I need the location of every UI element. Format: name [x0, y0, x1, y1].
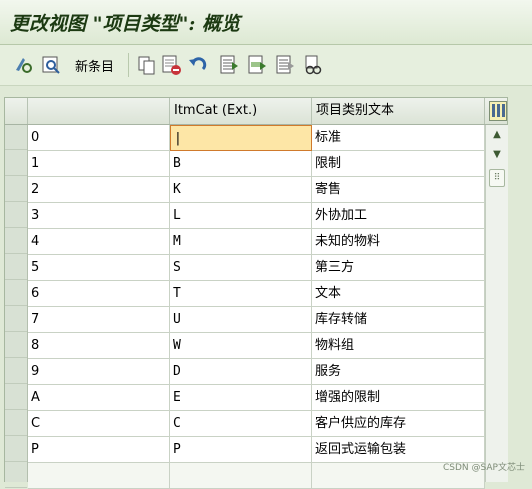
- itmcat-ext-input[interactable]: E: [170, 385, 312, 411]
- table-row: P P 返回式运输包装: [28, 437, 485, 463]
- row-selector[interactable]: [5, 463, 27, 488]
- table-row: 9 D 服务: [28, 359, 485, 385]
- deselect-all-icon[interactable]: [274, 54, 296, 76]
- itmcat-ext-input-focused[interactable]: |: [170, 125, 312, 151]
- row-selector[interactable]: [5, 437, 27, 462]
- item-category-key-cell: C: [28, 411, 170, 437]
- row-selector[interactable]: [5, 411, 27, 436]
- item-category-text-cell: 限制: [312, 151, 485, 177]
- item-category-text-cell: 库存转储: [312, 307, 485, 333]
- table-row: [28, 463, 485, 489]
- table-row: 1 B 限制: [28, 151, 485, 177]
- itmcat-ext-input[interactable]: [170, 463, 312, 489]
- itmcat-ext-input[interactable]: D: [170, 359, 312, 385]
- row-selector[interactable]: [5, 385, 27, 410]
- item-category-key-cell: 6: [28, 281, 170, 307]
- item-category-key-cell: 5: [28, 255, 170, 281]
- undo-icon[interactable]: [186, 54, 208, 76]
- title-bar: 更改视图 "项目类型": 概览: [0, 0, 532, 45]
- itmcat-ext-input[interactable]: T: [170, 281, 312, 307]
- itmcat-ext-input[interactable]: C: [170, 411, 312, 437]
- item-category-text-cell: 增强的限制: [312, 385, 485, 411]
- row-selector[interactable]: [5, 203, 27, 228]
- row-selector[interactable]: [5, 151, 27, 176]
- table-row: 6 T 文本: [28, 281, 485, 307]
- scroll-up-icon[interactable]: ▲: [489, 127, 505, 143]
- item-category-key-cell: 7: [28, 307, 170, 333]
- table-header: ItmCat (Ext.) 项目类别文本: [5, 98, 507, 125]
- row-selector[interactable]: [5, 255, 27, 280]
- table-row: 3 L 外协加工: [28, 203, 485, 229]
- row-selector[interactable]: [5, 333, 27, 358]
- select-block-icon[interactable]: [246, 54, 268, 76]
- table-row: 0 | 标准: [28, 125, 485, 151]
- item-category-key-cell: 1: [28, 151, 170, 177]
- row-selector[interactable]: [5, 125, 27, 150]
- table-row: 5 S 第三方: [28, 255, 485, 281]
- table-row: 8 W 物料组: [28, 333, 485, 359]
- itmcat-ext-input[interactable]: L: [170, 203, 312, 229]
- select-all-header[interactable]: [5, 98, 28, 124]
- details-icon[interactable]: [40, 54, 62, 76]
- print-icon[interactable]: [302, 54, 324, 76]
- itmcat-ext-input[interactable]: P: [170, 437, 312, 463]
- item-category-text-cell: 服务: [312, 359, 485, 385]
- item-category-text-cell: 未知的物料: [312, 229, 485, 255]
- itmcat-ext-input[interactable]: U: [170, 307, 312, 333]
- row-selector[interactable]: [5, 281, 27, 306]
- watermark: CSDN @SAP文芯士: [443, 463, 525, 473]
- row-selector[interactable]: [5, 229, 27, 254]
- page-title: 更改视图 "项目类型": 概览: [10, 13, 241, 35]
- table-row: A E 增强的限制: [28, 385, 485, 411]
- item-category-key-cell: 4: [28, 229, 170, 255]
- itmcat-ext-input[interactable]: S: [170, 255, 312, 281]
- table-row: 2 K 寄售: [28, 177, 485, 203]
- new-entries-button[interactable]: 新条目: [75, 56, 114, 75]
- item-category-key-cell: 0: [28, 125, 170, 151]
- table-row: 4 M 未知的物料: [28, 229, 485, 255]
- item-category-text-cell: 物料组: [312, 333, 485, 359]
- item-category-key-cell: 3: [28, 203, 170, 229]
- itmcat-ext-input[interactable]: M: [170, 229, 312, 255]
- row-selector[interactable]: [5, 307, 27, 332]
- application-toolbar: 新条目: [0, 45, 532, 86]
- item-category-text-cell: 标准: [312, 125, 485, 151]
- select-all-icon[interactable]: [218, 54, 240, 76]
- vertical-scrollbar[interactable]: ▲ ▼ ⠿: [485, 125, 508, 482]
- item-category-key-cell: 2: [28, 177, 170, 203]
- item-category-text-cell: 外协加工: [312, 203, 485, 229]
- item-category-text-cell: 文本: [312, 281, 485, 307]
- item-category-table: ItmCat (Ext.) 项目类别文本 0 | 标准 1 B 限制 2 K 寄售 3 L 外协加工 4…: [4, 97, 508, 489]
- row-selector[interactable]: [5, 359, 27, 384]
- scroll-thumb[interactable]: ⠿: [489, 169, 505, 187]
- toolbar-separator: [128, 53, 129, 77]
- change-display-icon[interactable]: [12, 54, 34, 76]
- item-category-key-cell: 8: [28, 333, 170, 359]
- column-header-key[interactable]: [28, 98, 170, 124]
- column-settings-icon[interactable]: [489, 101, 507, 121]
- item-category-text-cell: 客户供应的库存: [312, 411, 485, 437]
- itmcat-ext-input[interactable]: B: [170, 151, 312, 177]
- item-category-key-cell: 9: [28, 359, 170, 385]
- table-row: C C 客户供应的库存: [28, 411, 485, 437]
- item-category-text-cell: 第三方: [312, 255, 485, 281]
- column-header-itmcat-ext[interactable]: ItmCat (Ext.): [170, 98, 312, 124]
- itmcat-ext-input[interactable]: K: [170, 177, 312, 203]
- table-row: 7 U 库存转储: [28, 307, 485, 333]
- item-category-key-cell: P: [28, 437, 170, 463]
- scroll-down-icon[interactable]: ▼: [489, 147, 505, 163]
- delete-icon[interactable]: [160, 54, 182, 76]
- item-category-key-cell: A: [28, 385, 170, 411]
- itmcat-ext-input[interactable]: W: [170, 333, 312, 359]
- copy-icon[interactable]: [136, 54, 158, 76]
- item-category-key-cell: [28, 463, 170, 489]
- row-selector[interactable]: [5, 177, 27, 202]
- column-header-item-category-text[interactable]: 项目类别文本: [312, 98, 485, 124]
- item-category-text-cell: 寄售: [312, 177, 485, 203]
